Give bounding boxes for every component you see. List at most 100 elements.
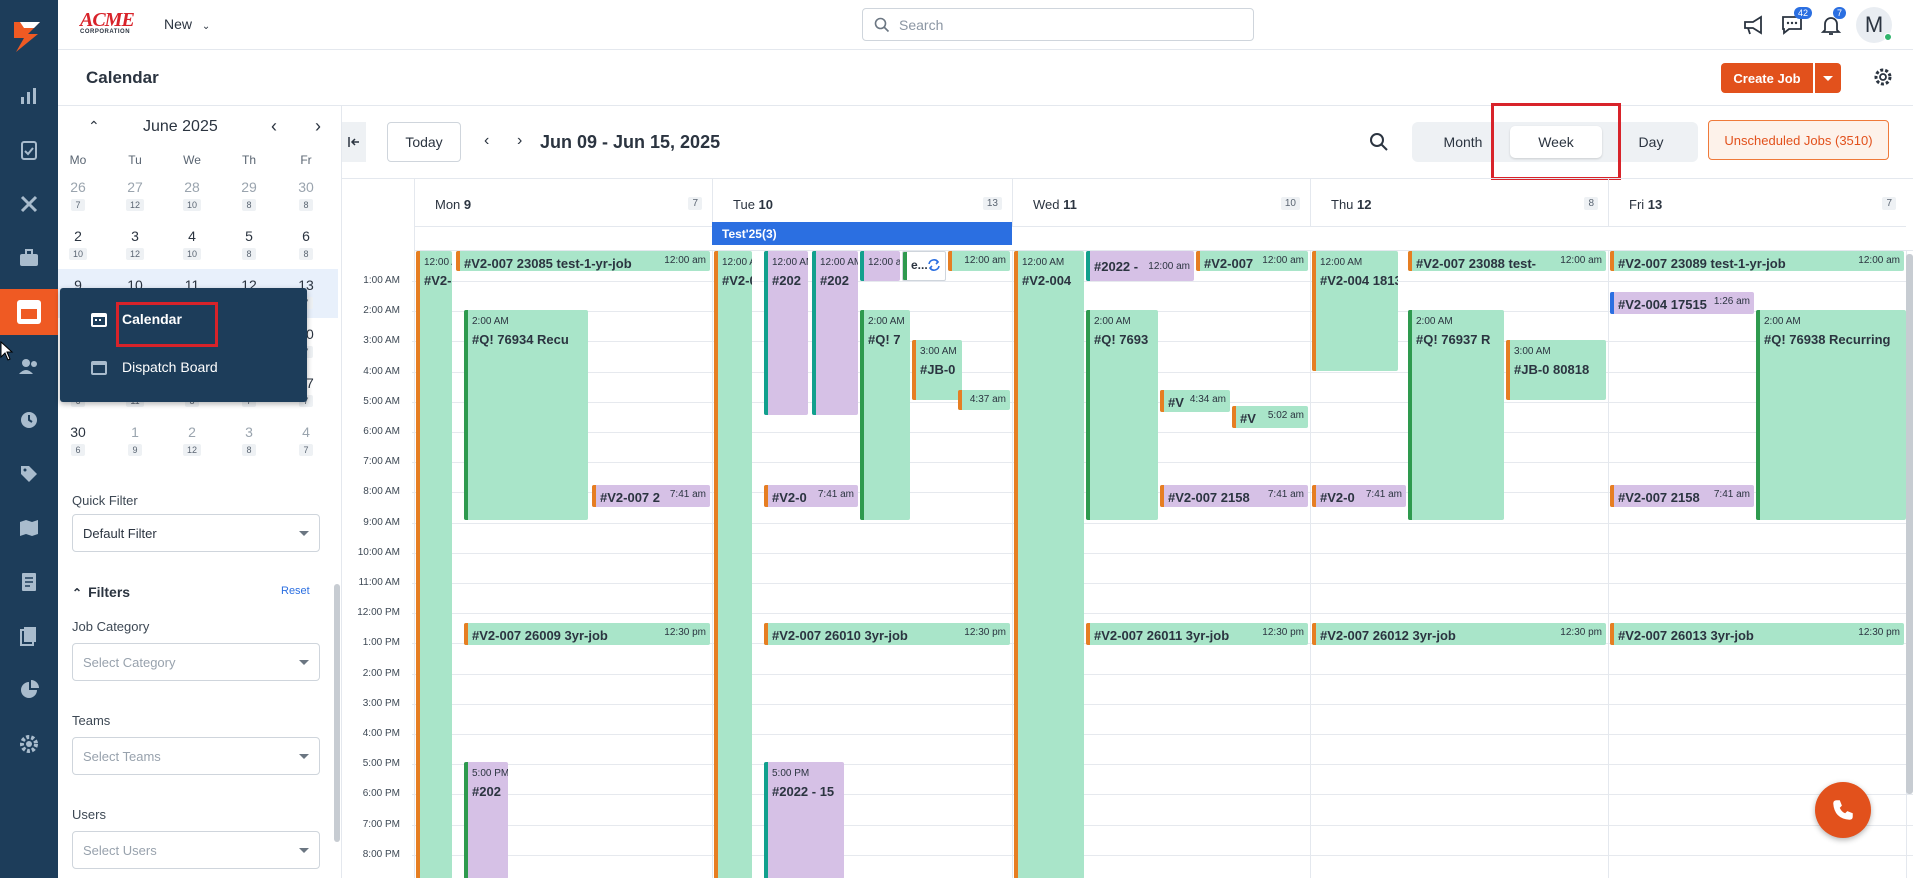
event-block[interactable]: #V2-007 26011 3yr-job 12:30 pm <box>1086 623 1308 645</box>
mini-calendar-day[interactable]: 2 12 <box>172 424 212 456</box>
quick-filter-select[interactable]: Default Filter <box>72 514 320 552</box>
mini-calendar-day[interactable]: 267 <box>58 179 98 211</box>
event-block[interactable]: #V2-007 23089 test-1-yr-job 12:00 am <box>1610 251 1904 271</box>
event-block[interactable]: 12:00 AM#202 <box>764 251 808 415</box>
avatar[interactable]: M <box>1856 7 1892 43</box>
event-block[interactable]: #2022 -12:00 am <box>1086 251 1194 281</box>
rail-documents[interactable] <box>0 613 58 659</box>
mini-calendar-day[interactable]: 2 10 <box>58 228 98 260</box>
event-block[interactable]: #V 4:34 am <box>1160 390 1230 412</box>
day-header-fri[interactable]: Fri 13 7 <box>1608 179 1906 227</box>
grid-scrollbar[interactable] <box>1906 254 1913 794</box>
unscheduled-jobs-button[interactable]: Unscheduled Jobs (3510) <box>1708 120 1889 160</box>
view-day-button[interactable]: Day <box>1616 122 1686 162</box>
event-block[interactable]: #V2-007 26010 3yr-job 12:30 pm <box>764 623 1010 645</box>
event-block[interactable]: 12:00 AM#V2-0 <box>714 251 752 878</box>
event-block[interactable]: #V2-007 26009 3yr-job 12:30 pm <box>464 623 710 645</box>
mini-calendar-day[interactable]: 3 12 <box>115 228 155 260</box>
rail-assets[interactable] <box>0 235 58 281</box>
filters-reset-link[interactable]: Reset <box>281 585 310 597</box>
event-block[interactable]: #V2-007 2158 7:41 am <box>1610 485 1754 507</box>
mini-calendar-day[interactable]: 47 <box>286 424 326 456</box>
event-block[interactable]: #V2-007 23085 test-1-yr-job 12:00 am <box>456 251 710 271</box>
gear-icon[interactable] <box>1872 66 1894 88</box>
all-day-event[interactable]: Test'25(3) <box>712 222 1012 245</box>
search-icon[interactable] <box>1369 132 1389 152</box>
mini-calendar-day[interactable]: 38 <box>229 424 269 456</box>
event-block[interactable]: 2:00 AM #Q! 7 <box>860 310 910 520</box>
event-block[interactable]: #V2-007 23088 test- 12:00 am <box>1408 251 1606 271</box>
day-header-thu[interactable]: Thu 12 8 <box>1310 179 1608 227</box>
global-search-input[interactable]: Search <box>862 8 1254 41</box>
rail-invoices[interactable] <box>0 559 58 605</box>
event-block[interactable]: #V2-007 2 7:41 am <box>592 485 710 507</box>
rail-map[interactable] <box>0 505 58 551</box>
messages-button[interactable]: 42 <box>1780 7 1813 37</box>
event-block[interactable]: 5:00 PM #202 <box>464 762 508 878</box>
prev-week-button[interactable]: ‹ <box>484 132 489 150</box>
teams-select[interactable]: Select Teams <box>72 737 320 775</box>
chevron-up-icon[interactable]: ⌃ <box>88 118 100 135</box>
rail-pricebook[interactable] <box>0 451 58 497</box>
logo-icon[interactable] <box>6 16 46 56</box>
collapse-panel-button[interactable] <box>342 122 366 162</box>
mini-calendar-day[interactable]: 58 <box>229 228 269 260</box>
mini-calendar-day[interactable]: 28 10 <box>172 179 212 211</box>
mini-calendar-day[interactable]: 29 8 <box>229 179 269 211</box>
event-block[interactable]: 3:00 AM #JB-0 80818 <box>1506 340 1606 400</box>
event-block[interactable]: #V2-0 7:41 am <box>764 485 858 507</box>
rail-analytics[interactable] <box>0 667 58 713</box>
mini-calendar-day[interactable]: 30 6 <box>58 424 98 456</box>
megaphone-icon[interactable] <box>1741 13 1767 37</box>
create-job-dropdown[interactable] <box>1815 63 1841 93</box>
event-block[interactable]: 2:00 AM #Q! 76934 Recu <box>464 310 588 520</box>
brand-logo[interactable]: ACME CORPORATION <box>80 10 142 37</box>
today-button[interactable]: Today <box>387 122 461 162</box>
event-block[interactable]: 5:00 PM #2022 - 15 <box>764 762 844 878</box>
event-block[interactable]: 2:00 AM #Q! 76938 Recurring <box>1756 310 1906 520</box>
day-header-mon[interactable]: Mon 9 7 <box>414 179 712 227</box>
event-block[interactable]: #V2-0 7:41 am <box>1312 485 1406 507</box>
event-block[interactable]: 12:00 AM#202 <box>812 251 858 415</box>
call-fab-button[interactable] <box>1815 782 1871 838</box>
rail-jobs[interactable] <box>0 127 58 173</box>
next-week-button[interactable]: › <box>517 132 522 150</box>
event-block[interactable]: 3:00 AM #JB-0 <box>912 340 962 400</box>
event-block[interactable]: 2:00 AM #Q! 7693 <box>1086 310 1158 520</box>
event-block[interactable]: #V2-004 17515 1:26 am <box>1610 292 1754 314</box>
rail-settings[interactable] <box>0 721 58 767</box>
event-block[interactable]: 12:00 AM #V2-004 1813 <box>1312 251 1398 371</box>
event-block[interactable]: 12:00 am <box>948 251 1010 271</box>
event-block[interactable]: 12:00 AM #V2-004 <box>1014 251 1084 878</box>
left-panel-scrollbar[interactable] <box>334 584 340 842</box>
event-block[interactable]: 2:00 AM #Q! 76937 R <box>1408 310 1504 520</box>
event-block[interactable]: e... <box>902 251 946 281</box>
event-block[interactable]: #V2-007 26013 3yr-job 12:30 pm <box>1610 623 1904 645</box>
mini-calendar-day[interactable]: 27 12 <box>115 179 155 211</box>
day-header-tue[interactable]: Tue 10 13 <box>712 179 1012 227</box>
mini-calendar-day[interactable]: 4 10 <box>172 228 212 260</box>
mini-calendar-day[interactable]: 68 <box>286 228 326 260</box>
create-job-button[interactable]: Create Job <box>1721 63 1813 93</box>
mini-calendar-day[interactable]: 19 <box>115 424 155 456</box>
filters-heading[interactable]: ⌃ Filters <box>72 584 130 600</box>
users-select[interactable]: Select Users <box>72 831 320 869</box>
mini-calendar-day[interactable]: 30 8 <box>286 179 326 211</box>
job-category-select[interactable]: Select Category <box>72 643 320 681</box>
rail-tools[interactable] <box>0 181 58 227</box>
rail-calendar[interactable] <box>0 289 58 335</box>
notifications-button[interactable]: 7 <box>1819 7 1847 37</box>
event-block[interactable]: #V2-007 26012 3yr-job 12:30 pm <box>1312 623 1606 645</box>
mini-calendar-next-button[interactable]: › <box>315 116 321 137</box>
rail-timesheets[interactable] <box>0 397 58 443</box>
event-block[interactable]: #V2-007 12:00 am <box>1196 251 1308 271</box>
event-block[interactable]: 4:37 am <box>958 390 1010 410</box>
submenu-dispatch-board[interactable]: Dispatch Board <box>90 358 218 376</box>
event-block[interactable]: 12:00 AM#V2-0 <box>416 251 452 878</box>
event-block[interactable]: #V2-007 2158 7:41 am <box>1160 485 1308 507</box>
mini-calendar-prev-button[interactable]: ‹ <box>271 116 277 137</box>
day-header-wed[interactable]: Wed 11 10 <box>1012 179 1310 227</box>
new-menu-button[interactable]: New ⌄ <box>164 16 210 32</box>
event-block[interactable]: 12:00 am <box>860 251 900 281</box>
event-block[interactable]: #V 5:02 am <box>1232 406 1308 428</box>
